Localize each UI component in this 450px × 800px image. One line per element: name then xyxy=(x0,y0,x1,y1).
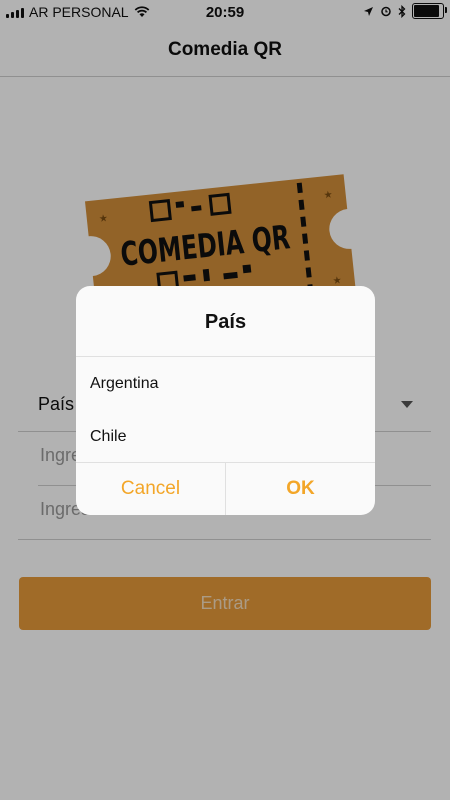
country-picker-dialog: País Argentina Chile Cancel OK xyxy=(76,286,375,515)
option-chile[interactable]: Chile xyxy=(90,428,126,446)
divider xyxy=(76,356,375,357)
dialog-title: País xyxy=(204,311,247,333)
option-argentina[interactable]: Argentina xyxy=(90,375,159,393)
cancel-button[interactable]: Cancel xyxy=(76,462,225,515)
ok-button[interactable]: OK xyxy=(226,462,375,515)
